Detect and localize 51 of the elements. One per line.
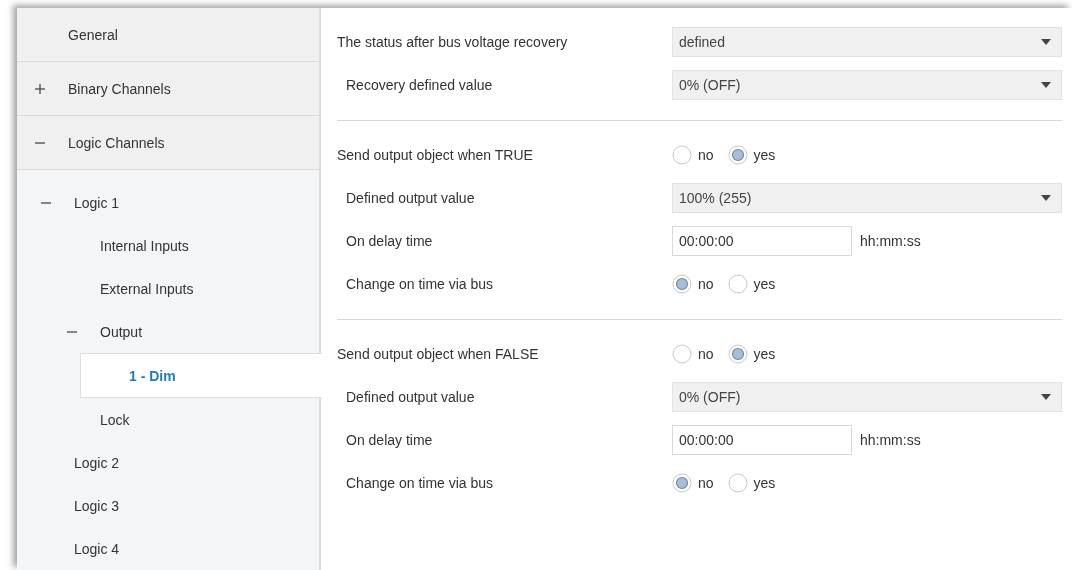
dropdown[interactable]: defined: [672, 26, 1062, 57]
unit-label: hh:mm:ss: [860, 232, 921, 249]
unit-label: hh:mm:ss: [860, 431, 921, 448]
parameter-label: Change on time via bus: [345, 275, 495, 292]
radio-option[interactable]: no: [672, 472, 714, 493]
radio-button[interactable]: [672, 472, 692, 493]
parameter-label: On delay time: [345, 232, 434, 249]
tree-item[interactable]: Logic 2: [17, 441, 319, 484]
caret-icon: [1041, 194, 1051, 201]
parameter-label: The status after bus voltage recovery: [337, 33, 569, 50]
tree-item[interactable]: 1 - Dim: [80, 353, 322, 398]
dropdown[interactable]: 0% (OFF): [672, 69, 1062, 100]
radio-button[interactable]: [672, 144, 692, 165]
parameter-label: On delay time: [345, 431, 434, 448]
dropdown[interactable]: 100% (255): [672, 182, 1062, 213]
tree-item[interactable]: Internal Inputs: [17, 224, 319, 267]
radio-option[interactable]: yes: [727, 343, 776, 364]
radio-option[interactable]: no: [672, 273, 714, 294]
tree-item[interactable]: Logic 4: [17, 527, 319, 570]
radio-button[interactable]: [672, 273, 692, 294]
parameter-label: Recovery defined value: [345, 76, 494, 93]
radio-button[interactable]: [727, 343, 748, 364]
radio-option[interactable]: no: [672, 343, 714, 364]
radio-button[interactable]: [672, 343, 692, 364]
radio-button[interactable]: [727, 273, 748, 294]
tree-item[interactable]: Logic Channels: [17, 116, 319, 170]
tree-item[interactable]: General: [17, 8, 319, 62]
radio-option[interactable]: yes: [727, 273, 776, 294]
caret-icon: [1041, 393, 1051, 400]
caret-icon: [1041, 81, 1051, 88]
radio-option[interactable]: no: [672, 144, 714, 165]
tree-item[interactable]: Output: [17, 310, 319, 353]
tree-item[interactable]: Binary Channels: [17, 62, 319, 116]
tree-item[interactable]: External Inputs: [17, 267, 319, 310]
parameter-label: Send output object when TRUE: [337, 146, 534, 163]
parameter-label: Defined output value: [345, 189, 476, 206]
radio-button[interactable]: [727, 144, 748, 165]
parameter-label: Change on time via bus: [345, 474, 495, 491]
time-field[interactable]: 00:00:00: [672, 225, 852, 256]
tree-item[interactable]: Logic 3: [17, 484, 319, 527]
radio-button[interactable]: [727, 472, 748, 493]
parameter-label: Defined output value: [345, 388, 476, 405]
time-field[interactable]: 00:00:00: [672, 424, 852, 455]
plus-icon[interactable]: [34, 82, 46, 95]
dropdown[interactable]: 0% (OFF): [672, 381, 1062, 412]
tree-item[interactable]: Logic 1: [17, 181, 319, 224]
radio-option[interactable]: yes: [727, 472, 776, 493]
tree-item[interactable]: Lock: [17, 398, 319, 441]
radio-option[interactable]: yes: [727, 144, 776, 165]
parameter-label: Send output object when FALSE: [337, 345, 540, 362]
caret-icon: [1041, 38, 1051, 45]
